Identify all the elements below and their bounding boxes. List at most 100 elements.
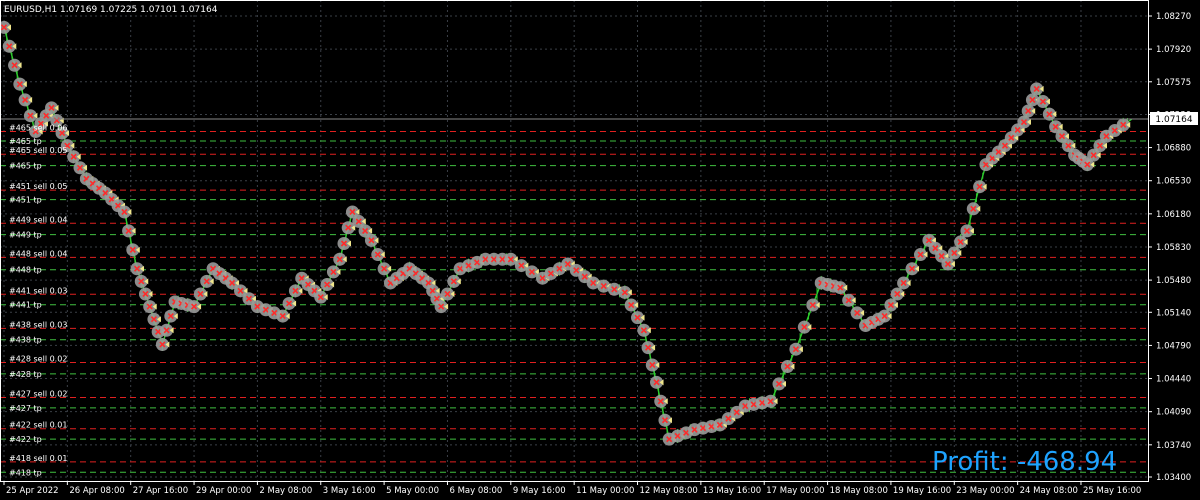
trade-marker — [337, 237, 351, 251]
trade-marker — [23, 109, 38, 123]
x-tick-label: 11 May 00:00 — [576, 486, 634, 496]
y-tick-label: 1.03740 — [1156, 441, 1191, 451]
y-tick-label: 1.04440 — [1156, 375, 1191, 385]
trade-marker — [905, 262, 920, 276]
order-sell-label: #448 sell 0.04 — [9, 249, 67, 258]
trade-marker — [1030, 82, 1044, 96]
trade-marker — [645, 358, 660, 372]
trade-marker — [377, 262, 392, 276]
trade-marker — [833, 281, 848, 295]
x-tick-label: 9 May 16:00 — [513, 486, 566, 496]
trade-marker — [13, 77, 27, 91]
order-sell-label: #441 sell 0.03 — [9, 286, 67, 295]
trade-marker — [654, 394, 668, 408]
trade-marker — [637, 323, 651, 337]
trade-marker — [764, 394, 778, 408]
order-sell-label: #449 sell 0.04 — [9, 215, 67, 224]
trade-marker — [67, 150, 81, 164]
y-tick-label: 1.06530 — [1156, 177, 1191, 187]
trade-marker — [973, 180, 987, 194]
trade-marker — [164, 309, 178, 323]
time-axis: 25 Apr 2022 26 Apr 08:00 27 Apr 16:00 29 Ap… — [3, 481, 1141, 496]
order-tp-label: #428 tp — [9, 370, 42, 379]
trade-marker — [960, 224, 974, 238]
y-tick-label: 1.05480 — [1156, 276, 1191, 286]
order-tp-label: #427 tp — [9, 404, 42, 413]
trade-marker — [631, 311, 645, 325]
trade-marker — [1021, 104, 1036, 118]
price-axis: 1.082701.079201.075751.072301.068801.065… — [1148, 12, 1191, 483]
y-tick-label: 1.07575 — [1156, 78, 1191, 88]
current-price-label: 1.07164 — [1155, 115, 1192, 125]
trade-marker — [122, 224, 136, 238]
order-tp-label: #422 tp — [9, 435, 42, 444]
y-tick-label: 1.07920 — [1156, 45, 1191, 55]
trade-marker — [789, 342, 803, 356]
order-sell-label: #428 sell 0.02 — [9, 354, 67, 363]
trade-markers — [0, 20, 1131, 446]
order-sell-label: #438 sell 0.03 — [9, 320, 67, 329]
trade-marker — [187, 300, 202, 314]
trade-marker — [288, 284, 303, 298]
y-tick-label: 1.05830 — [1156, 243, 1191, 253]
order-sell-label: #422 sell 0.01 — [9, 421, 67, 430]
x-tick-label: 23 May 00:00 — [956, 486, 1014, 496]
trade-marker — [193, 287, 208, 301]
x-tick-label: 27 Apr 16:00 — [133, 486, 188, 496]
x-tick-label: 2 May 08:00 — [259, 486, 312, 496]
order-labels: #465 sell 0.06#465 tp#465 sell 0.05#465 … — [9, 123, 67, 477]
trade-marker — [884, 298, 898, 312]
y-tick-label: 1.03400 — [1156, 473, 1191, 483]
trade-marker — [18, 93, 33, 107]
trade-marker — [117, 205, 132, 219]
order-tp-label: #451 tp — [9, 196, 42, 205]
trade-marker — [371, 248, 385, 262]
order-sell-label: #465 sell 0.06 — [9, 123, 67, 132]
order-tp-label: #448 tp — [9, 266, 42, 275]
trade-marker — [1116, 118, 1131, 132]
y-tick-label: 1.06180 — [1156, 210, 1191, 220]
trade-marker — [130, 262, 145, 276]
trade-marker — [947, 246, 962, 260]
y-tick-label: 1.06880 — [1156, 144, 1191, 154]
x-tick-label: 29 Apr 00:00 — [196, 486, 251, 496]
x-tick-label: 3 May 16:00 — [323, 486, 376, 496]
order-tp-label: #441 tp — [9, 301, 42, 310]
x-tick-label: 26 Apr 08:00 — [69, 486, 124, 496]
profit-label: Profit: -468.94 — [932, 447, 1118, 477]
trade-marker — [314, 290, 328, 304]
order-tp-label: #465 tp — [9, 162, 42, 171]
trade-marker — [447, 274, 461, 288]
price-chart[interactable]: #465 sell 0.06#465 tp#465 sell 0.05#465 … — [0, 0, 1200, 500]
trade-marker — [966, 202, 981, 216]
trade-marker — [160, 323, 174, 337]
trade-marker — [126, 243, 140, 257]
trade-marker — [913, 248, 928, 262]
trade-marker — [890, 287, 905, 301]
trade-marker — [143, 300, 157, 314]
chart-grid — [0, 0, 1148, 481]
trade-marker — [806, 298, 820, 312]
trade-marker — [320, 278, 335, 292]
y-tick-label: 1.08270 — [1156, 12, 1191, 22]
trade-marker — [658, 413, 672, 427]
trade-marker — [772, 377, 787, 391]
order-sell-label: #465 sell 0.05 — [9, 146, 67, 155]
symbol-header: EURUSD,H1 1.07169 1.07225 1.07101 1.0716… — [4, 5, 218, 15]
y-tick-label: 1.04790 — [1156, 341, 1191, 351]
trade-marker — [134, 274, 149, 288]
current-price-tag: 1.07164 — [1150, 112, 1198, 125]
trade-marker — [0, 20, 11, 34]
order-sell-label: #418 sell 0.01 — [9, 454, 67, 463]
x-tick-label: 19 May 16:00 — [893, 486, 951, 496]
order-sell-label: #451 sell 0.05 — [9, 182, 67, 191]
x-tick-label: 12 May 08:00 — [640, 486, 698, 496]
order-tp-label: #465 tp — [9, 137, 42, 146]
trade-marker — [2, 39, 17, 53]
trade-marker — [624, 298, 639, 312]
trade-marker — [440, 287, 455, 301]
x-tick-label: 17 May 00:00 — [766, 486, 824, 496]
trade-marker — [147, 312, 161, 326]
trade-marker — [155, 337, 170, 351]
trade-marker — [364, 233, 379, 247]
